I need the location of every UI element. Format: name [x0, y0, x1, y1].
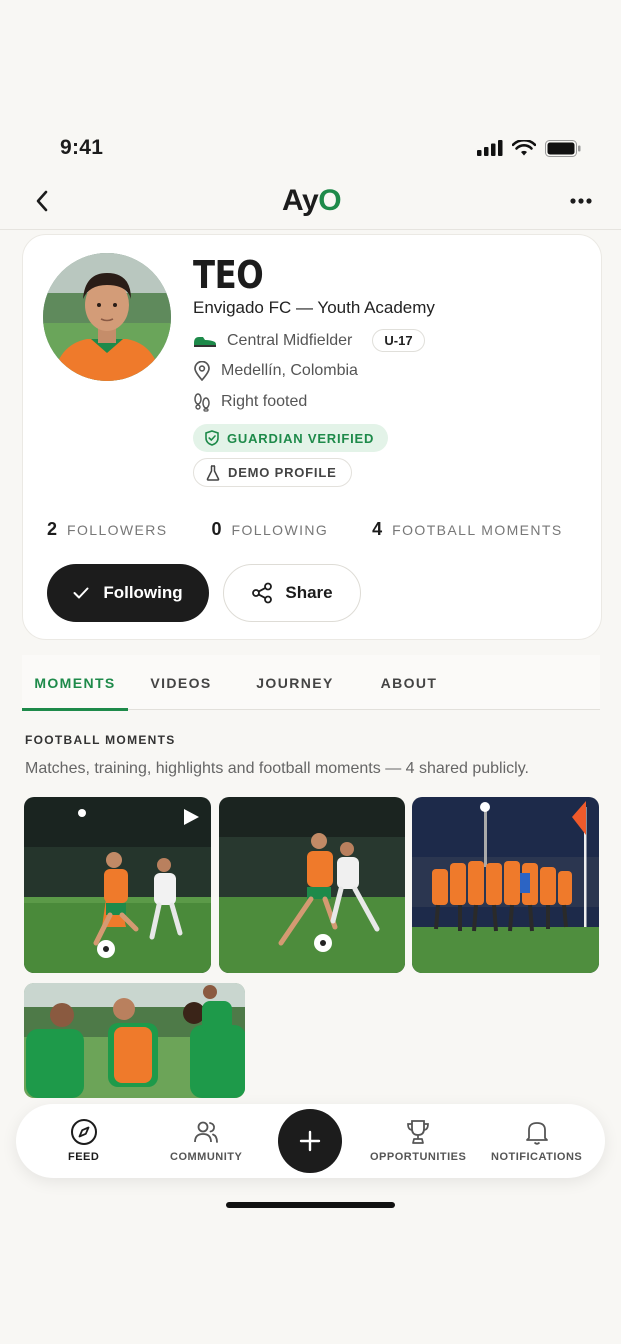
nav-notifications-label: NOTIFICATIONS: [491, 1151, 583, 1163]
status-icons: [477, 139, 581, 157]
nav-notifications[interactable]: NOTIFICATIONS: [491, 1118, 582, 1163]
moment-thumbnail[interactable]: [219, 797, 405, 973]
section-title: FOOTBALL MOMENTS: [25, 733, 176, 747]
share-button[interactable]: Share: [223, 564, 361, 622]
top-nav-bar: AyO: [0, 172, 621, 230]
location-pin-icon: [194, 361, 210, 381]
location-row: Medellín, Colombia: [193, 361, 358, 381]
share-icon: [252, 582, 273, 604]
moments-count: 4: [372, 519, 383, 539]
avatar[interactable]: [43, 253, 171, 381]
compass-icon: [70, 1119, 97, 1145]
guardian-verified-badge: GUARDIAN VERIFIED: [193, 424, 389, 452]
logo-accent-text: O: [318, 183, 342, 217]
logo-text: Ay: [281, 183, 319, 217]
moments-stat[interactable]: 4 FOOTBALL MOMENTS: [372, 519, 562, 540]
guardian-verified-label: GUARDIAN VERIFIED: [227, 430, 375, 446]
avatar-photo: [43, 253, 171, 381]
status-bar: 9:41: [0, 128, 621, 168]
demo-profile-badge: DEMO PROFILE: [193, 458, 352, 487]
plus-icon: [299, 1130, 321, 1152]
football-boot-icon: [194, 336, 216, 347]
profile-name: TEO: [193, 253, 264, 297]
users-icon: [194, 1121, 219, 1143]
trophy-icon: [407, 1120, 430, 1144]
nav-feed-label: FEED: [68, 1151, 100, 1163]
profile-club: Envigado FC — Youth Academy: [193, 298, 435, 317]
nav-community[interactable]: COMMUNITY: [170, 1118, 242, 1163]
following-stat[interactable]: 0 FOLLOWING: [212, 519, 329, 540]
moment-image: [24, 983, 245, 1098]
battery-icon: [545, 139, 581, 157]
profile-card: TEO Envigado FC — Youth Academy Central …: [22, 234, 602, 640]
shield-check-icon: [205, 430, 219, 446]
app-logo: AyO: [281, 183, 342, 218]
tab-about[interactable]: ABOUT: [356, 655, 462, 710]
more-horizontal-icon: [570, 197, 592, 204]
followers-label: FOLLOWERS: [67, 522, 168, 538]
nav-community-label: COMMUNITY: [170, 1151, 243, 1163]
following-count: 0: [211, 519, 222, 539]
status-time: 9:41: [60, 136, 104, 159]
followers-stat[interactable]: 2 FOLLOWERS: [47, 519, 168, 540]
following-label: FOLLOWING: [231, 522, 329, 538]
bell-icon: [525, 1122, 548, 1145]
check-icon: [73, 587, 89, 599]
nav-opportunities[interactable]: OPPORTUNITIES: [370, 1118, 466, 1163]
moment-thumbnail[interactable]: [24, 983, 245, 1098]
moment-image: [219, 797, 405, 973]
moment-thumbnail[interactable]: [412, 797, 599, 973]
nav-feed[interactable]: FEED: [68, 1118, 99, 1163]
tab-moments[interactable]: MOMENTS: [22, 655, 128, 711]
foot-text: Right footed: [221, 393, 308, 410]
demo-profile-label: DEMO PROFILE: [228, 465, 337, 480]
following-button-label: Following: [103, 583, 183, 602]
create-post-button[interactable]: [278, 1109, 342, 1173]
signal-icon: [477, 140, 503, 156]
profile-tabs: MOMENTS VIDEOS JOURNEY ABOUT: [22, 655, 600, 711]
foot-row: Right footed: [193, 392, 307, 412]
moment-image: [412, 797, 599, 973]
bottom-navigation: FEED COMMUNITY OPPORTUNITIES NOTIFICATIO…: [16, 1104, 605, 1178]
age-group-badge: U-17: [372, 329, 425, 352]
nav-opportunities-label: OPPORTUNITIES: [370, 1151, 467, 1163]
footprints-icon: [194, 393, 210, 412]
chevron-left-icon: [36, 190, 48, 211]
share-button-label: Share: [285, 583, 333, 602]
tab-videos[interactable]: VIDEOS: [128, 655, 234, 710]
following-button[interactable]: Following: [47, 564, 209, 622]
followers-count: 2: [47, 519, 58, 539]
section-description: Matches, training, highlights and footba…: [25, 760, 529, 777]
position-text: Central Midfielder: [227, 331, 353, 349]
moment-image: [24, 797, 211, 973]
position-row: Central Midfielder U-17: [193, 329, 425, 352]
more-options-button[interactable]: [567, 187, 595, 215]
moment-thumbnail-video[interactable]: [24, 797, 211, 973]
back-button[interactable]: [28, 187, 56, 215]
flask-icon: [206, 464, 220, 481]
location-text: Medellín, Colombia: [221, 362, 358, 379]
home-indicator: [226, 1202, 395, 1208]
tab-journey[interactable]: JOURNEY: [234, 655, 356, 710]
wifi-icon: [512, 139, 536, 155]
moments-label: FOOTBALL MOMENTS: [392, 522, 563, 538]
profile-stats: 2 FOLLOWERS 0 FOLLOWING 4 FOOTBALL MOMEN…: [47, 519, 563, 540]
